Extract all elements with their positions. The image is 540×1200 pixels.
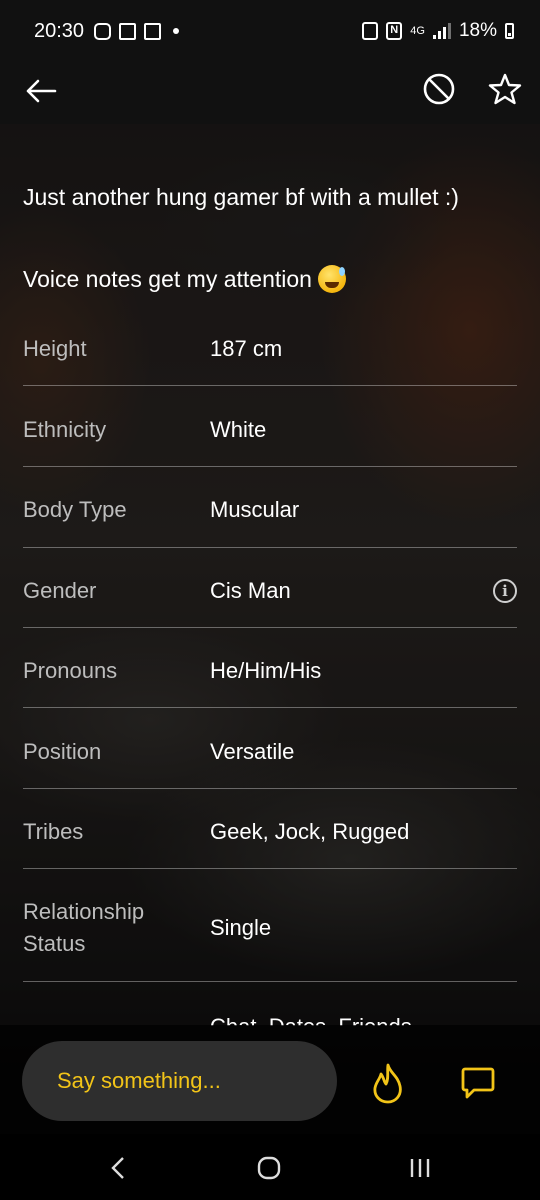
tap-button[interactable] [366, 1058, 410, 1108]
system-navigation-bar [0, 1134, 540, 1200]
divider [23, 385, 517, 386]
nav-home-button[interactable] [249, 1148, 289, 1188]
attribute-row-ethnicity: Ethnicity White [23, 414, 517, 446]
favorite-button[interactable] [482, 66, 528, 112]
message-placeholder: Say something... [57, 1068, 221, 1093]
network-type: 4G [410, 24, 425, 37]
star-icon [488, 73, 522, 105]
attribute-label: Ethnicity [23, 417, 107, 442]
attribute-value: Versatile [210, 739, 295, 764]
home-icon [257, 1156, 281, 1180]
gallery-notification-icon [119, 22, 137, 40]
nfc-icon: N [386, 22, 403, 40]
attribute-label: Body Type [23, 497, 127, 522]
divider [23, 627, 517, 628]
attribute-value-partial: Chat, Dates, Friends [210, 1012, 412, 1026]
battery-percentage: 18% [458, 20, 497, 41]
alarm-icon [362, 22, 379, 40]
back-arrow-icon [26, 79, 57, 103]
attribute-label: Tribes [23, 819, 84, 844]
block-icon [423, 73, 455, 105]
battery-icon [505, 23, 514, 39]
flame-icon [373, 1063, 402, 1104]
info-icon[interactable]: i [493, 579, 517, 603]
attribute-label: Height [23, 336, 87, 361]
divider [23, 868, 517, 869]
bio-text-content: Voice notes get my attention [23, 266, 312, 292]
status-bar: 20:30 N 4G 18% [0, 0, 540, 62]
attribute-label: Relationship Status [23, 899, 145, 956]
signal-icon [432, 23, 451, 39]
attribute-row-relationship-status: Relationship Status Single [23, 896, 517, 960]
divider [23, 981, 517, 982]
attribute-value: White [210, 417, 267, 442]
bio-text: Just another hung gamer bf with a mullet… [23, 184, 459, 210]
attribute-row-height: Height 187 cm [23, 333, 517, 365]
nav-recents-button[interactable] [400, 1148, 440, 1188]
attribute-row-position: Position Versatile [23, 736, 517, 768]
chevron-left-icon [111, 1157, 124, 1179]
attribute-value: 187 cm [210, 336, 283, 361]
message-input[interactable]: Say something... [22, 1041, 337, 1121]
attribute-label: Position [23, 739, 102, 764]
chat-bubble-icon [461, 1067, 495, 1099]
nav-back-button[interactable] [98, 1148, 138, 1188]
attribute-label: Pronouns [23, 658, 118, 683]
status-indicators: N 4G 18% [362, 20, 514, 42]
divider [23, 707, 517, 708]
attribute-row-body-type: Body Type Muscular [23, 494, 517, 526]
attribute-value: He/Him/His [210, 658, 322, 683]
attribute-row-pronouns: Pronouns He/Him/His [23, 655, 517, 687]
status-time: 20:30 [34, 19, 85, 42]
instagram-notification-icon [94, 22, 112, 40]
sweat-smile-emoji-icon [317, 265, 346, 293]
attribute-value: Cis Man [210, 578, 291, 603]
attribute-label: Gender [23, 578, 97, 603]
attribute-value: Single [210, 915, 272, 940]
chat-button[interactable] [456, 1058, 500, 1106]
top-app-bar [0, 62, 540, 124]
bio-text-line-2: Voice notes get my attention [23, 264, 523, 294]
back-button[interactable] [18, 68, 64, 114]
block-button[interactable] [416, 66, 462, 112]
attribute-value: Muscular [210, 497, 300, 522]
recents-icon [410, 1159, 430, 1177]
calendar-notification-icon [144, 22, 162, 40]
attribute-row-gender[interactable]: Gender Cis Man i [23, 575, 517, 607]
divider [23, 466, 517, 467]
more-notifications-icon [173, 28, 180, 34]
attribute-row-tribes: Tribes Geek, Jock, Rugged [23, 816, 517, 848]
attribute-value: Geek, Jock, Rugged [210, 819, 410, 844]
divider [23, 788, 517, 789]
divider [23, 547, 517, 548]
